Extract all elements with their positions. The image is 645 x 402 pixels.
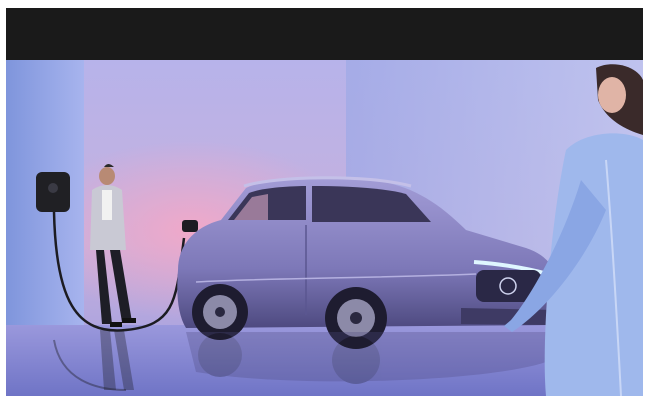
charger-indicator-icon bbox=[48, 183, 58, 193]
photo-illustration bbox=[6, 60, 643, 396]
photo-frame bbox=[6, 8, 643, 396]
hero-photo bbox=[6, 60, 643, 396]
top-black-band bbox=[6, 8, 643, 60]
